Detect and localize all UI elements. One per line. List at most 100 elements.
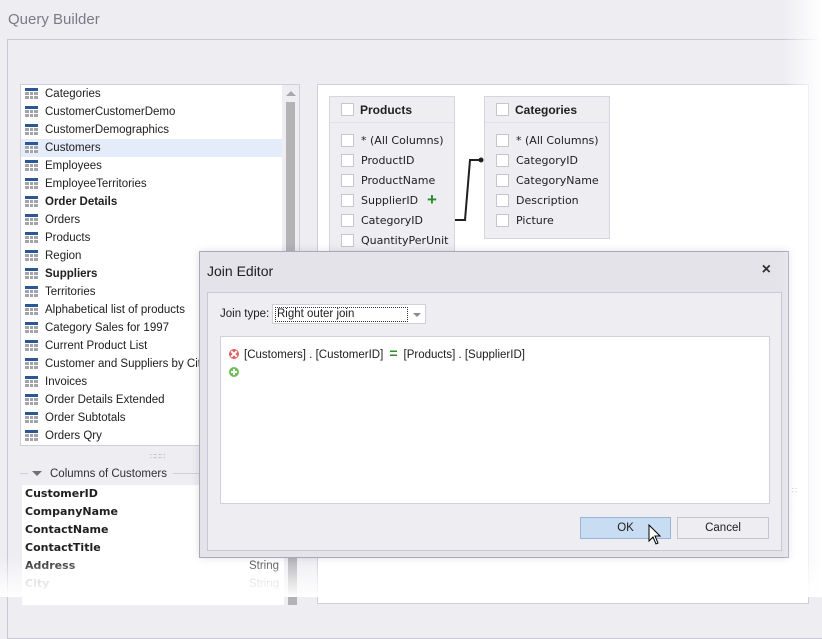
mouse-cursor-icon: [648, 524, 662, 545]
entity-field[interactable]: ProductID: [330, 151, 454, 171]
entity-categories[interactable]: Categories * (All Columns) CategoryID Cate…: [484, 96, 610, 239]
entity-field[interactable]: ProductName: [330, 171, 454, 191]
table-name: Order Details Extended: [45, 394, 165, 406]
join-editor-dialog: Join Editor × Join type: Right outer joi…: [199, 251, 789, 558]
add-condition-icon[interactable]: [229, 367, 239, 377]
chevron-down-icon[interactable]: [413, 313, 421, 317]
add-relation-plus-icon[interactable]: +: [427, 191, 437, 208]
close-icon[interactable]: ×: [762, 261, 771, 279]
remove-condition-icon[interactable]: [229, 349, 239, 359]
table-name: Orders Qry: [45, 430, 102, 442]
condition-right-operand[interactable]: [Products] . [SupplierID]: [404, 349, 525, 361]
join-conditions-editor[interactable]: [Customers] . [CustomerID] = [Products] . …: [220, 336, 770, 504]
columns-group-title: Columns of Customers: [50, 468, 167, 480]
field-checkbox[interactable]: [341, 234, 354, 247]
columns-group-header[interactable]: Columns of Customers: [28, 466, 173, 482]
table-list-item[interactable]: Categories: [21, 85, 284, 103]
entity-title: Categories: [515, 103, 578, 117]
field-checkbox[interactable]: [496, 174, 509, 187]
entity-field[interactable]: QuantityPerUnit: [330, 231, 454, 251]
field-checkbox[interactable]: [496, 154, 509, 167]
column-name: CustomerID: [25, 487, 98, 500]
table-list-item[interactable]: EmployeeTerritories: [21, 175, 284, 193]
table-list-item[interactable]: Employees: [21, 157, 284, 175]
table-list-item[interactable]: Customers: [21, 139, 284, 157]
condition-operator[interactable]: =: [389, 345, 397, 361]
edge-fade: [782, 0, 822, 597]
table-icon: [25, 286, 38, 297]
field-name: SupplierID: [361, 194, 419, 207]
table-name: EmployeeTerritories: [45, 178, 147, 190]
entity-field[interactable]: CategoryName: [485, 171, 609, 191]
table-name: Territories: [45, 286, 96, 298]
field-checkbox[interactable]: [496, 134, 509, 147]
field-checkbox[interactable]: [341, 194, 354, 207]
field-checkbox[interactable]: [496, 214, 509, 227]
table-name: Products: [45, 232, 91, 244]
field-checkbox[interactable]: [341, 154, 354, 167]
table-name: Invoices: [45, 376, 88, 388]
entity-field[interactable]: * (All Columns): [330, 131, 454, 151]
entity-field[interactable]: Description: [485, 191, 609, 211]
table-icon: [25, 394, 38, 405]
entity-products[interactable]: Products * (All Columns) ProductID Product…: [329, 96, 455, 256]
table-icon: [25, 160, 38, 171]
table-list-item[interactable]: Products: [21, 229, 284, 247]
cancel-button[interactable]: Cancel: [677, 517, 769, 539]
table-list-item[interactable]: Order Details: [21, 193, 284, 211]
join-type-label: Join type:: [220, 308, 270, 320]
table-icon: [25, 88, 38, 99]
table-name: CustomerDemographics: [45, 124, 169, 136]
table-name: Alphabetical list of products: [45, 304, 185, 316]
table-icon: [25, 106, 38, 117]
field-checkbox[interactable]: [341, 174, 354, 187]
field-name: * (All Columns): [361, 134, 444, 147]
table-name: CustomerCustomerDemo: [45, 106, 176, 118]
table-list-item[interactable]: Orders: [21, 211, 284, 229]
table-name: Customers: [45, 142, 101, 154]
join-condition-row[interactable]: [Customers] . [CustomerID] = [Products] . …: [229, 345, 525, 361]
field-checkbox[interactable]: [341, 134, 354, 147]
window-title: Query Builder: [8, 11, 100, 28]
entity-header[interactable]: Products: [330, 97, 454, 123]
edge-fade: [0, 557, 822, 597]
relation-endpoint-icon: [478, 157, 484, 163]
field-name: ProductName: [361, 174, 436, 187]
join-type-value: Right outer join: [275, 307, 408, 322]
table-name: Category Sales for 1997: [45, 322, 170, 334]
entity-field[interactable]: CategoryID: [485, 151, 609, 171]
table-icon: [25, 232, 38, 243]
field-name: CategoryName: [516, 174, 599, 187]
field-name: CategoryID: [361, 214, 423, 227]
condition-left-operand[interactable]: [Customers] . [CustomerID]: [244, 349, 383, 361]
table-icon: [25, 124, 38, 135]
column-name: CompanyName: [25, 505, 118, 518]
entity-field[interactable]: CategoryID: [330, 211, 454, 231]
table-name: Categories: [45, 88, 101, 100]
table-list-item[interactable]: CustomerDemographics: [21, 121, 284, 139]
field-name: QuantityPerUnit: [361, 234, 449, 247]
table-icon: [25, 358, 38, 369]
splitter-grip[interactable]: ∷∷∷: [150, 452, 165, 461]
select-all-checkbox[interactable]: [496, 103, 509, 116]
table-name: Employees: [45, 160, 102, 172]
field-checkbox[interactable]: [341, 214, 354, 227]
scroll-up-arrow-icon[interactable]: [286, 91, 296, 96]
join-type-select[interactable]: Right outer join: [272, 304, 426, 324]
collapse-triangle-icon[interactable]: [32, 471, 42, 477]
table-name: Current Product List: [45, 340, 148, 352]
field-checkbox[interactable]: [496, 194, 509, 207]
relation-line[interactable]: [453, 153, 493, 223]
table-icon: [25, 268, 38, 279]
table-name: Customer and Suppliers by City: [45, 358, 207, 370]
table-name: Suppliers: [45, 268, 98, 280]
column-name: ContactTitle: [25, 541, 101, 554]
entity-header[interactable]: Categories: [485, 97, 609, 123]
table-icon: [25, 250, 38, 261]
table-name: Order Subtotals: [45, 412, 126, 424]
column-name: ContactName: [25, 523, 109, 536]
entity-field[interactable]: * (All Columns): [485, 131, 609, 151]
table-list-item[interactable]: CustomerCustomerDemo: [21, 103, 284, 121]
select-all-checkbox[interactable]: [341, 103, 354, 116]
entity-field[interactable]: Picture: [485, 211, 609, 231]
